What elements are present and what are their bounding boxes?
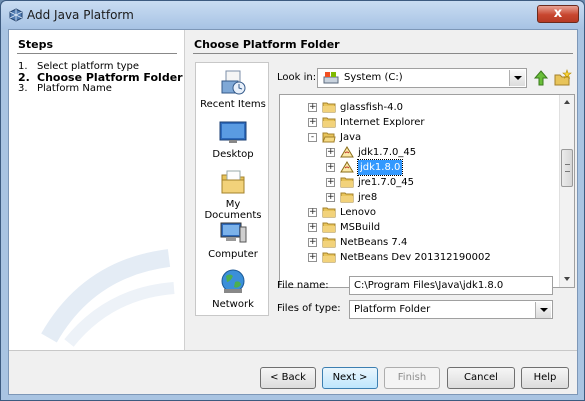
expand-icon[interactable]: + xyxy=(326,193,335,202)
folder-icon xyxy=(322,102,336,113)
folder-icon xyxy=(340,177,354,188)
steps-watermark-art xyxy=(41,249,175,347)
scroll-down-arrow-icon[interactable] xyxy=(560,272,574,287)
tree-node[interactable]: + jre1.7.0_45 xyxy=(326,175,550,190)
scroll-up-arrow-icon[interactable] xyxy=(560,95,574,110)
cancel-button[interactable]: Cancel xyxy=(447,367,515,389)
help-button[interactable]: Help xyxy=(521,367,569,389)
tree-node-label-selected: jdk1.8.0 xyxy=(356,159,404,176)
folder-icon xyxy=(340,192,354,203)
folder-tree[interactable]: + glassfish-4.0 + Internet Explorer - Java + jd… xyxy=(279,94,575,288)
create-new-folder-icon[interactable] xyxy=(554,69,572,87)
look-in-label: Look in: xyxy=(277,72,317,83)
tree-node-label: Java xyxy=(340,132,362,143)
netbeans-app-icon xyxy=(9,8,23,22)
files-of-type-value: Platform Folder xyxy=(354,304,431,315)
tree-node[interactable]: + MSBuild xyxy=(308,220,550,235)
tree-node-label: Internet Explorer xyxy=(340,117,425,128)
collapse-icon[interactable]: - xyxy=(308,133,317,142)
tree-node-label: MSBuild xyxy=(340,222,381,233)
back-button[interactable]: < Back xyxy=(260,367,316,389)
network-icon xyxy=(221,269,245,293)
files-of-type-combo[interactable]: Platform Folder xyxy=(349,300,553,319)
steps-heading: Steps xyxy=(18,38,54,51)
step-2-current: 2. Choose Platform Folder xyxy=(18,71,183,84)
close-button[interactable]: x xyxy=(537,5,579,23)
place-computer[interactable]: Computer xyxy=(196,217,270,260)
tree-node-label: jdk1.7.0_45 xyxy=(358,147,417,158)
place-label: Computer xyxy=(208,249,258,260)
tree-node-label: jre8 xyxy=(358,192,378,203)
java-platform-icon xyxy=(340,161,354,173)
next-button[interactable]: Next > xyxy=(322,367,378,389)
window-title: Add Java Platform xyxy=(27,8,134,22)
finish-button[interactable]: Finish xyxy=(384,367,440,389)
folder-open-icon xyxy=(322,132,336,143)
tree-node-label: NetBeans Dev 201312190002 xyxy=(340,252,491,263)
steps-panel: Steps 1. Select platform type 2. Choose Pl… xyxy=(9,30,185,350)
chevron-down-icon[interactable] xyxy=(509,70,525,86)
expand-icon[interactable]: + xyxy=(308,223,317,232)
look-in-combo[interactable]: System (C:) xyxy=(317,68,527,88)
recent-items-icon xyxy=(221,70,246,95)
chevron-down-icon[interactable] xyxy=(535,302,551,318)
expand-icon[interactable]: + xyxy=(308,253,317,262)
computer-icon xyxy=(220,222,247,243)
panel-title-divider xyxy=(193,53,573,54)
place-desktop[interactable]: Desktop xyxy=(196,117,270,160)
expand-icon[interactable]: + xyxy=(326,163,335,172)
place-my-documents[interactable]: My Documents xyxy=(196,167,270,221)
place-label: Desktop xyxy=(212,149,254,160)
folder-icon xyxy=(322,252,336,263)
tree-vertical-scrollbar[interactable] xyxy=(559,95,574,287)
tree-node[interactable]: + NetBeans Dev 201312190002 xyxy=(308,250,550,265)
tree-node[interactable]: + Internet Explorer xyxy=(308,115,550,130)
folder-icon xyxy=(322,117,336,128)
file-name-input[interactable]: C:\Program Files\Java\jdk1.8.0 xyxy=(349,276,553,295)
tree-node-label: glassfish-4.0 xyxy=(340,102,404,113)
step-3: 3. Platform Name xyxy=(18,83,112,94)
expand-icon[interactable]: + xyxy=(308,208,317,217)
steps-divider xyxy=(17,53,177,54)
expand-icon[interactable]: + xyxy=(326,148,335,157)
folder-icon xyxy=(322,222,336,233)
place-label: Recent Items xyxy=(200,99,266,110)
place-network[interactable]: Network xyxy=(196,267,270,310)
button-bar-divider xyxy=(9,350,577,351)
steps-list: 1. Select platform type 2. Choose Platform… xyxy=(18,61,183,94)
panel-title: Choose Platform Folder xyxy=(194,38,340,51)
look-in-value: System (C:) xyxy=(344,72,403,83)
tree-node[interactable]: + NetBeans 7.4 xyxy=(308,235,550,250)
expand-icon[interactable]: + xyxy=(326,178,335,187)
add-java-platform-dialog: Add Java Platform x Steps 1. Select platf… xyxy=(0,0,585,401)
tree-node[interactable]: + glassfish-4.0 xyxy=(308,100,550,115)
expand-icon[interactable]: + xyxy=(308,238,317,247)
my-documents-icon xyxy=(221,170,245,194)
file-name-label: File name: xyxy=(277,280,329,291)
expand-icon[interactable]: + xyxy=(308,118,317,127)
place-label: Network xyxy=(212,299,254,310)
place-recent-items[interactable]: Recent Items xyxy=(196,67,270,110)
tree-node[interactable]: + jre8 xyxy=(326,190,550,205)
tree-node[interactable]: + Lenovo xyxy=(308,205,550,220)
desktop-icon xyxy=(219,121,247,143)
tree-node[interactable]: + jdk1.7.0_45 xyxy=(326,145,550,160)
tree-node-label: Lenovo xyxy=(340,207,377,218)
expand-icon[interactable]: + xyxy=(308,103,317,112)
title-bar[interactable]: Add Java Platform x xyxy=(1,1,584,29)
drive-icon xyxy=(323,72,339,84)
dialog-body: Steps 1. Select platform type 2. Choose Pl… xyxy=(8,29,578,395)
tree-node-label: jre1.7.0_45 xyxy=(358,177,414,188)
java-platform-icon xyxy=(340,146,354,158)
files-of-type-label: Files of type: xyxy=(277,303,341,314)
scroll-thumb[interactable] xyxy=(561,149,573,187)
up-one-level-icon[interactable] xyxy=(532,69,550,87)
places-bar: Recent Items Desktop My Documents Comput… xyxy=(195,62,269,316)
tree-node[interactable]: + jdk1.8.0 xyxy=(326,159,550,176)
tree-node-label: NetBeans 7.4 xyxy=(340,237,408,248)
folder-icon xyxy=(322,207,336,218)
tree-node[interactable]: - Java xyxy=(308,130,550,145)
folder-icon xyxy=(322,237,336,248)
